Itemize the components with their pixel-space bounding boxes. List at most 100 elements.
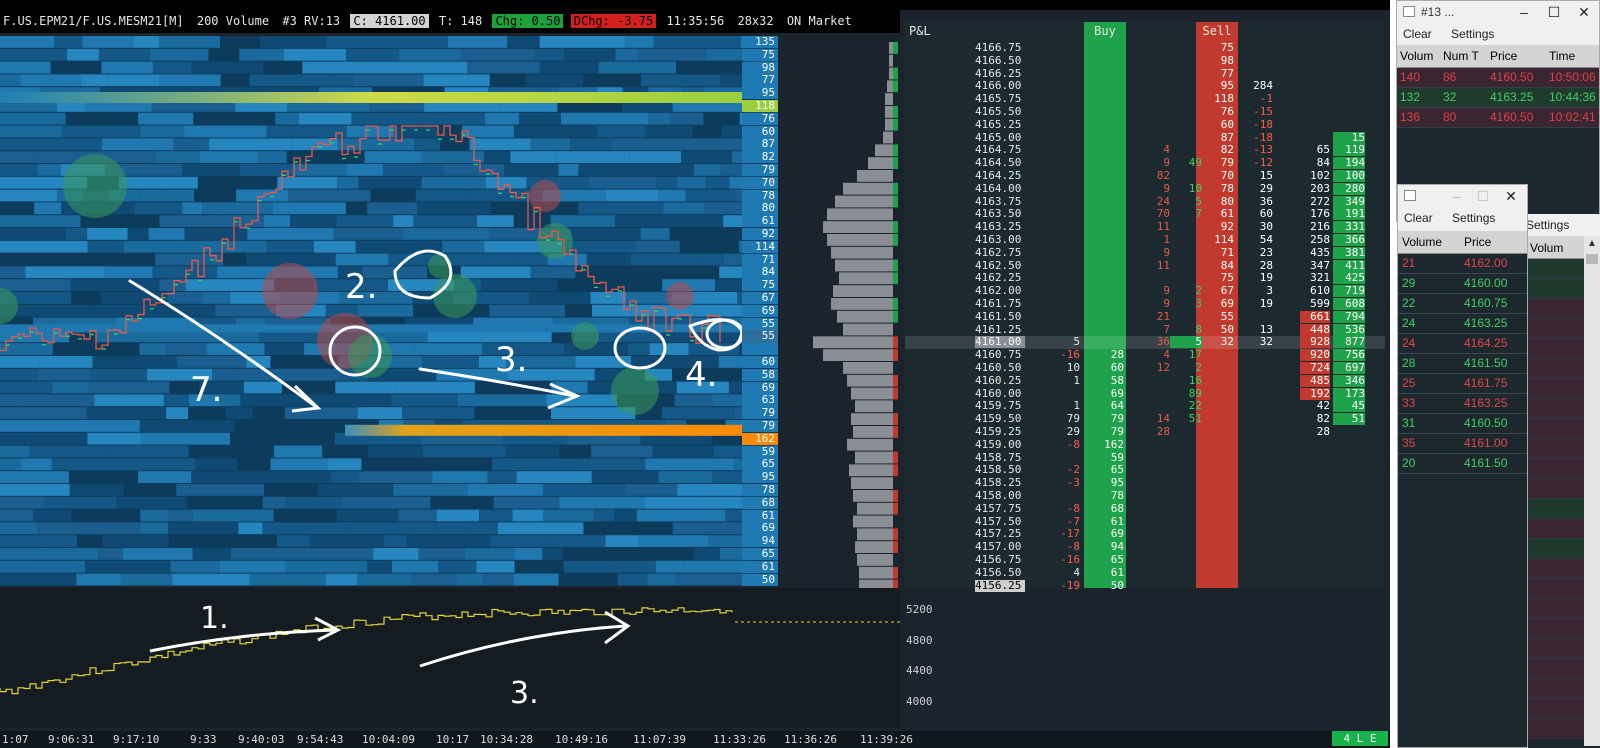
ladder-row[interactable]: 4160.25 1 58 16 485 346 (905, 374, 1385, 387)
ladder-row[interactable]: 4156.25 -19 50 (905, 579, 1385, 592)
trade-row[interactable]: 21 4162.00 (1398, 254, 1527, 274)
ladder-row[interactable]: 4161.50 21 55 661 794 (905, 310, 1385, 323)
indicator-pane[interactable]: 1. 3. (0, 588, 900, 728)
trade-row[interactable]: 25 4161.75 (1398, 374, 1527, 394)
heat-cell (703, 112, 740, 125)
ladder-row[interactable]: 4163.00 1 114 54 258 366 (905, 234, 1385, 246)
ladder-col-b: 425 (1333, 272, 1365, 285)
ladder-row[interactable]: 4157.25 -17 69 (905, 528, 1385, 540)
heat-cell (0, 228, 66, 240)
ladder-row[interactable]: 4163.75 24 5 80 36 272 349 (905, 195, 1385, 208)
trade-row[interactable]: 31 4160.50 (1398, 414, 1527, 434)
ladder-row[interactable]: 4163.25 11 92 30 216 331 (905, 221, 1385, 234)
price-ladder[interactable]: P&L Buy Sell 4166.75 75 4166.50 98 4166.25 77… (905, 22, 1385, 592)
ladder-row[interactable]: 4159.50 79 79 14 51 82 51 (905, 413, 1385, 426)
settings-button[interactable]: Settings (1452, 211, 1495, 225)
trade-row[interactable]: 140 86 4160.50 10:50:06 (1397, 68, 1599, 88)
trade-row[interactable]: 28 4161.50 (1398, 354, 1527, 374)
indicator-svg[interactable]: 1. 3. (0, 588, 900, 728)
ladder-row[interactable]: 4160.50 10 60 12 2 724 697 (905, 362, 1385, 374)
trade-row[interactable]: 24 4163.25 (1398, 314, 1527, 334)
ladder-row[interactable]: 4158.75 59 (905, 451, 1385, 464)
ladder-row[interactable]: 4164.00 9 10 78 29 203 280 (905, 182, 1385, 195)
ladder-row[interactable]: 4159.00 -8 162 (905, 438, 1385, 451)
trade-row[interactable]: 132 32 4163.25 10:44:36 (1397, 88, 1599, 108)
col-volume[interactable]: Volume (1398, 231, 1460, 253)
heat-cell (191, 61, 264, 74)
ladder-row[interactable]: 4162.00 9 2 67 3 610 719 (905, 285, 1385, 298)
scroll-up-icon[interactable]: ▲ (1587, 238, 1597, 249)
buy-header[interactable]: Buy (1084, 22, 1126, 40)
ladder-row[interactable]: 4162.75 9 71 23 435 381 (905, 246, 1385, 259)
heat-cell (0, 496, 45, 509)
ladder-row[interactable]: 4162.50 11 84 28 347 411 (905, 259, 1385, 272)
ladder-row[interactable]: 4160.75 -16 28 4 17 920 756 (905, 349, 1385, 362)
trade-row[interactable]: 20 4161.50 (1398, 454, 1527, 474)
col-volume[interactable]: Volum (1397, 45, 1440, 67)
trade-row[interactable]: 33 4163.25 (1398, 394, 1527, 414)
ladder-row[interactable]: 4164.25 82 70 15 102 100 (905, 170, 1385, 182)
heat-cell (138, 471, 192, 483)
trade-row[interactable]: 29 4160.00 (1398, 274, 1527, 294)
profile-bar (889, 42, 893, 54)
window-3-scrollbar[interactable]: ▲ (1584, 236, 1600, 746)
ladder-row[interactable]: 4158.25 -3 95 (905, 477, 1385, 489)
trade-row[interactable]: 24 4164.25 (1398, 334, 1527, 354)
ladder-row[interactable]: 4157.50 -7 61 (905, 515, 1385, 528)
ladder-row[interactable]: 4166.25 77 (905, 67, 1385, 80)
ladder-row[interactable]: 4165.25 60 -18 (905, 118, 1385, 131)
ladder-row[interactable]: 4164.75 4 82 -13 65 119 (905, 144, 1385, 157)
heatmap-svg[interactable]: 7. 2. 3. 4. (0, 36, 778, 586)
maximize-icon[interactable]: ☐ (1468, 185, 1498, 207)
col-numtrades[interactable]: Num T (1440, 45, 1487, 67)
ladder-row[interactable]: 4165.50 76 -15 (905, 106, 1385, 118)
profile-bar (855, 400, 893, 413)
window-2-titlebar[interactable]: – ☐ ✕ (1398, 185, 1527, 207)
ladder-row[interactable]: 4156.50 4 61 (905, 566, 1385, 579)
trade-vol: 29 (1402, 276, 1416, 290)
ladder-row[interactable]: 4157.75 -8 68 (905, 502, 1385, 515)
ladder-row[interactable]: 4166.75 75 (905, 42, 1385, 54)
col-price[interactable]: Price (1487, 45, 1546, 67)
trade-row[interactable]: 22 4160.75 (1398, 294, 1527, 314)
trade-row[interactable]: 136 80 4160.50 10:02:41 (1397, 108, 1599, 128)
ladder-row[interactable]: 4161.00 5 36 5 32 32 928 877 (905, 336, 1385, 349)
scroll-thumb[interactable] (1586, 254, 1598, 264)
col-time[interactable]: Time (1546, 45, 1599, 67)
ladder-row[interactable]: 4165.00 87 -18 15 (905, 131, 1385, 144)
heat-cell (0, 573, 77, 586)
maximize-icon[interactable]: ☐ (1539, 1, 1569, 23)
ladder-row[interactable]: 4156.75 -16 65 (905, 554, 1385, 566)
window-1-titlebar[interactable]: #13 ... – ☐ ✕ (1397, 1, 1599, 23)
ladder-row[interactable]: 4162.25 75 19 321 425 (905, 271, 1385, 285)
minimize-icon[interactable]: – (1509, 1, 1539, 23)
heat-cell (448, 36, 508, 48)
ladder-row[interactable]: 4164.50 9 49 79 -12 84 194 (905, 157, 1385, 170)
heatmap-chart[interactable]: 7. 2. 3. 4. (0, 36, 778, 586)
profile-delta (893, 310, 898, 323)
ladder-row[interactable]: 4159.75 1 64 22 42 45 (905, 400, 1385, 413)
window-2-grid[interactable]: Volume Price 21 4162.00 29 4160.00 22 4160.75 2… (1398, 231, 1527, 747)
close-icon[interactable]: ✕ (1569, 1, 1599, 23)
col-price[interactable]: Price (1460, 231, 1520, 253)
ladder-row[interactable]: 4159.25 29 79 28 28 (905, 426, 1385, 438)
ladder-row[interactable]: 4163.50 70 7 61 60 176 191 (905, 208, 1385, 221)
ladder-row[interactable]: 4166.50 98 (905, 54, 1385, 67)
ladder-row[interactable]: 4165.75 118 -1 (905, 93, 1385, 105)
ladder-row[interactable]: 4166.00 95 284 (905, 80, 1385, 92)
time-tick: 9:17:10 (113, 733, 160, 746)
clear-button[interactable]: Clear (1404, 211, 1433, 225)
ladder-row[interactable]: 4161.75 9 3 69 19 599 608 (905, 298, 1385, 310)
clear-button[interactable]: Clear (1403, 27, 1432, 41)
sell-header[interactable]: Sell (1196, 22, 1238, 40)
ladder-col-a: 321 (1310, 271, 1330, 285)
ladder-row[interactable]: 4158.00 78 (905, 490, 1385, 502)
ladder-row[interactable]: 4158.50 -2 65 (905, 464, 1385, 476)
ladder-row[interactable]: 4161.25 7 8 50 13 448 536 (905, 323, 1385, 336)
settings-button[interactable]: Settings (1451, 27, 1494, 41)
ladder-row[interactable]: 4160.00 69 89 192 173 (905, 387, 1385, 400)
close-icon[interactable]: ✕ (1496, 185, 1526, 207)
trade-row[interactable]: 35 4161.00 (1398, 434, 1527, 454)
ladder-row[interactable]: 4157.00 -8 94 (905, 541, 1385, 553)
time-and-sales-window-2[interactable]: – ☐ ✕ Clear Settings Volume Price 21 4162.… (1397, 184, 1528, 748)
